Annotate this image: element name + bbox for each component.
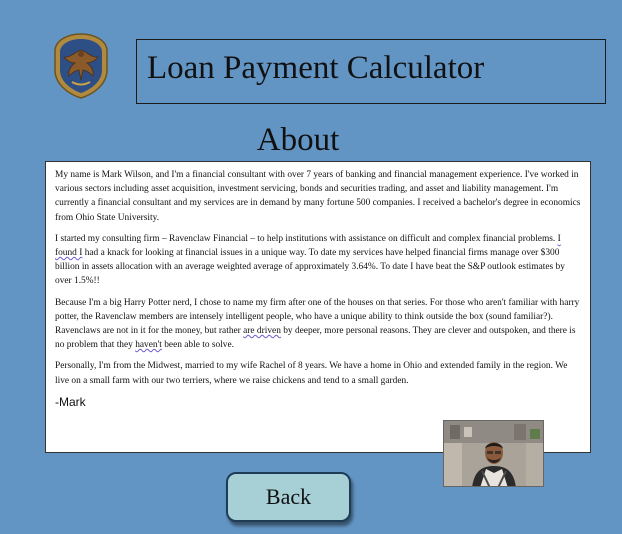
page-title: Loan Payment Calculator	[147, 50, 485, 86]
bio-paragraph-1: My name is Mark Wilson, and I'm a financ…	[55, 170, 581, 223]
grammar-flag: are driven	[243, 326, 281, 337]
bio-text-box: My name is Mark Wilson, and I'm a financ…	[45, 161, 591, 453]
signoff: -Mark	[55, 394, 86, 409]
about-heading: About	[256, 122, 340, 158]
profile-photo	[443, 420, 544, 487]
back-button[interactable]: Back	[226, 472, 351, 522]
grammar-flag: haven't	[135, 340, 162, 351]
ravenclaw-crest-icon	[50, 32, 112, 100]
title-box: Loan Payment Calculator	[136, 39, 606, 104]
bio-paragraph-2-text-a: I started my consulting firm – Ravenclaw…	[55, 233, 558, 244]
bio-paragraph-4: Personally, I'm from the Midwest, marrie…	[55, 361, 568, 386]
bio-paragraph-3: Because I'm a big Harry Potter nerd, I c…	[55, 296, 581, 353]
bio-paragraph-3-text-c: been able to solve.	[161, 340, 235, 351]
bio-paragraph-2: I started my consulting firm – Ravenclaw…	[55, 232, 581, 289]
bio-paragraph-2-text-b: had a knack for looking at financial iss…	[55, 248, 565, 287]
